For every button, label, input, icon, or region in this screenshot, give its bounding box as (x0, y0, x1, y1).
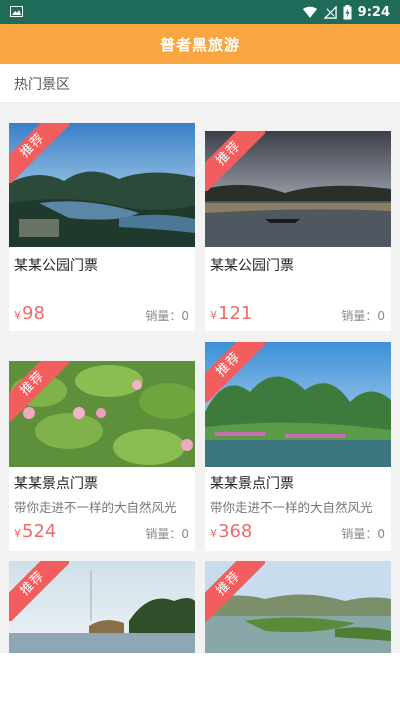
scenic-photo (205, 131, 391, 247)
ticket-description: 带你走进不一样的大自然风光 (210, 500, 373, 515)
ticket-name: 某某公园门票 (14, 258, 98, 274)
sales-count: 销量：0 (341, 527, 385, 541)
image-icon (10, 6, 23, 17)
app-title: 普者黑旅游 (159, 35, 240, 54)
ticket-name: 某某景点门票 (14, 476, 98, 492)
app-bar: 普者黑旅游 (0, 24, 400, 64)
scenic-card[interactable]: 推荐 某某景点门票 带你走进不一样的大自然风光 ¥368 销量：0 (205, 342, 391, 551)
ticket-price: ¥98 (14, 303, 45, 324)
scenic-photo (205, 561, 391, 653)
sales-count: 销量：0 (341, 309, 385, 323)
scenic-card[interactable]: 推荐 (9, 561, 195, 653)
section-title: 热门景区 (14, 77, 70, 93)
status-bar: 9:24 (0, 0, 400, 24)
scenic-card[interactable]: 推荐 某某公园门票 ¥121 销量：0 (205, 131, 391, 331)
ticket-price: ¥121 (210, 303, 253, 324)
scenic-spot-grid: 推荐 某某公园门票 ¥98 销量：0 推荐 某某公园门票 ¥121 销量：0 推… (0, 103, 400, 653)
ticket-name: 某某公园门票 (210, 258, 294, 274)
scenic-card[interactable]: 推荐 (205, 561, 391, 653)
scenic-photo (9, 561, 195, 653)
status-time: 9:24 (357, 4, 390, 20)
signal-icon (323, 5, 337, 19)
scenic-card[interactable]: 推荐 某某公园门票 ¥98 销量：0 (9, 123, 195, 331)
sales-count: 销量：0 (145, 527, 189, 541)
bottom-area (0, 653, 400, 711)
battery-icon (343, 4, 352, 19)
scenic-card[interactable]: 推荐 某某景点门票 带你走进不一样的大自然风光 ¥524 销量：0 (9, 361, 195, 551)
ticket-price: ¥524 (14, 521, 57, 542)
ticket-name: 某某景点门票 (210, 476, 294, 492)
ticket-price: ¥368 (210, 521, 253, 542)
scenic-photo (9, 361, 195, 467)
section-header: 热门景区 (0, 64, 400, 103)
ticket-description: 带你走进不一样的大自然风光 (14, 500, 177, 515)
scenic-photo (9, 123, 195, 247)
wifi-icon (302, 6, 317, 18)
sales-count: 销量：0 (145, 309, 189, 323)
scenic-photo (205, 342, 391, 467)
